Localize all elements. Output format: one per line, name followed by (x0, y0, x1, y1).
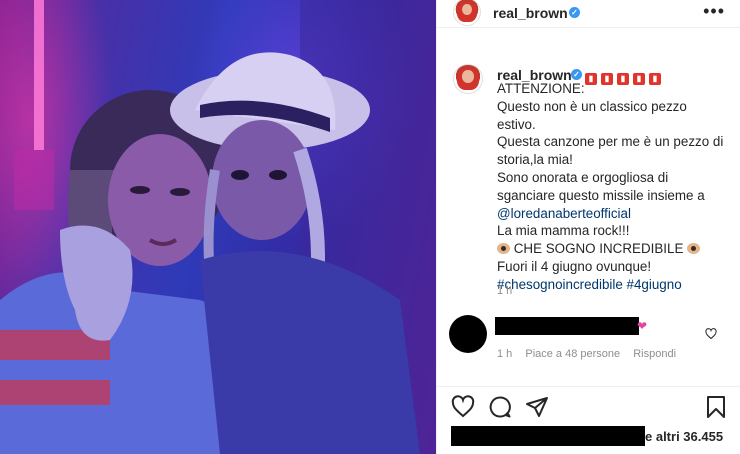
comment-icon[interactable] (488, 395, 512, 424)
redacted-likers (451, 426, 645, 446)
commenter-avatar[interactable] (449, 315, 487, 353)
photo-illustration (0, 0, 436, 454)
caption-line: Questa canzone per me è un pezzo di (497, 134, 724, 150)
bookmark-icon[interactable] (705, 395, 727, 424)
author-username[interactable]: real_brown (493, 5, 568, 21)
verified-badge-icon: ✓ (569, 7, 580, 18)
redacted-comment (495, 317, 639, 335)
likes-count[interactable]: e altri 36.455 (645, 429, 723, 444)
caption-line: sganciare questo missile insieme a (497, 187, 705, 203)
reply-button[interactable]: Rispondi (633, 348, 676, 360)
caption-line: Questo non è un classico pezzo (497, 98, 687, 114)
comment-like-heart-icon[interactable] (705, 327, 717, 345)
hashtag-links[interactable]: #chesognoincredibile #4giugno (497, 276, 733, 294)
post-sidebar: real_brown ✓ ••• real_brown ✓ ▮ ▮ ▮ ▮ ▮ ATTE… (436, 0, 740, 454)
post-caption: ATTENZIONE: Questo non è un classico pez… (497, 80, 733, 294)
caption-line: estivo. (497, 116, 536, 132)
comment-time[interactable]: 1 h (497, 348, 512, 360)
share-icon[interactable] (525, 395, 549, 424)
caption-line: Sono onorata e orgogliosa di (497, 169, 669, 185)
post-photo[interactable] (0, 0, 436, 454)
post-time[interactable]: 1 h (497, 285, 512, 297)
heart-icon[interactable] (451, 395, 475, 424)
caption-line-dream: CHE SOGNO INCREDIBILE (497, 240, 733, 258)
author-avatar[interactable] (453, 0, 481, 26)
post-actions (437, 395, 740, 421)
caption-line: storia,la mia! (497, 152, 573, 168)
caption-verified-badge-icon: ✓ (571, 69, 582, 80)
heart-emoji-icon: ❤ (637, 319, 648, 333)
caption-line: ATTENZIONE: (497, 81, 585, 96)
post-header: real_brown ✓ ••• (437, 0, 740, 28)
comment-likes[interactable]: Piace a 48 persone (525, 348, 620, 360)
eyes-emoji-icon (497, 243, 510, 255)
caption-line: La mia mamma rock!!! (497, 223, 630, 239)
actions-divider (437, 386, 740, 387)
caption-author-avatar[interactable] (453, 64, 483, 94)
eyes-emoji-icon (687, 243, 701, 255)
caption-dream-text: CHE SOGNO INCREDIBILE (513, 241, 684, 257)
mention-link[interactable]: @loredanaberteofficial (497, 205, 733, 223)
more-options-icon[interactable]: ••• (703, 2, 725, 20)
comment-meta: 1 h Piace a 48 persone Rispondi (497, 348, 686, 360)
caption-line: Fuori il 4 giugno ovunque! (497, 258, 652, 274)
